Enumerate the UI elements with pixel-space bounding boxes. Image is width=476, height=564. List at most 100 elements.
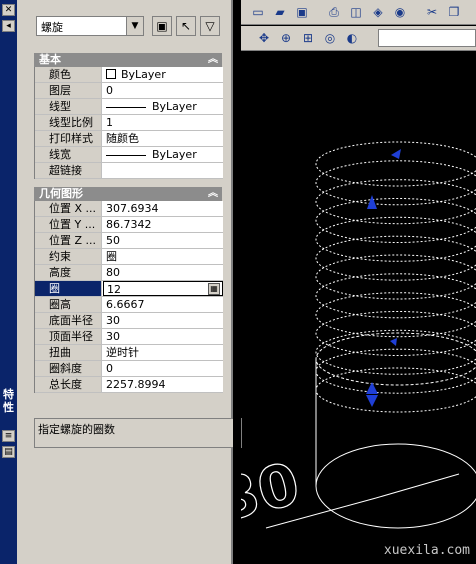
property-value[interactable]: ByLayer (103, 99, 223, 114)
object-type-select[interactable]: 螺旋 ▼ (36, 16, 144, 36)
property-value[interactable]: 2257.8994 (103, 377, 223, 392)
property-row[interactable]: 超链接 (35, 163, 223, 179)
property-row[interactable]: 圈斜度 0 (35, 361, 223, 377)
helix-turn[interactable] (315, 348, 476, 394)
new-file-icon[interactable]: ▭ (249, 3, 267, 21)
save-icon[interactable]: ▣ (293, 3, 311, 21)
property-value-text: ByLayer (152, 100, 197, 113)
plot-preview-icon[interactable]: ◫ (347, 3, 365, 21)
dimension-text[interactable]: R30 (241, 449, 307, 547)
zoom-window-icon[interactable]: ⊞ (299, 29, 317, 47)
publish-icon[interactable]: ◈ (369, 3, 387, 21)
quick-select-button[interactable]: ▽ (200, 16, 220, 36)
property-value[interactable]: 307.6934 (103, 201, 223, 216)
property-row[interactable]: 圈 12 ▦ (35, 281, 223, 297)
toggle-pickadd-button[interactable]: ▣ (152, 16, 172, 36)
property-value-text: 2257.8994 (106, 378, 166, 391)
property-row[interactable]: 位置 Z ... 50 (35, 233, 223, 249)
grip-middle-icon[interactable] (390, 338, 397, 346)
close-icon[interactable]: ✕ (2, 4, 15, 16)
description-text: 指定螺旋的圈数 (38, 423, 115, 436)
property-value[interactable]: ByLayer (103, 147, 223, 162)
property-value[interactable] (103, 163, 223, 178)
helix-turn[interactable] (315, 179, 476, 225)
helix-turn[interactable] (315, 254, 476, 300)
property-value[interactable]: 随颜色 (103, 131, 223, 146)
property-value[interactable]: 逆时针 (103, 345, 223, 360)
property-value-input[interactable]: 12 ▦ (103, 281, 223, 296)
section-geometry-header[interactable]: 几何图形 ︽ (34, 187, 222, 201)
property-value-text: 0 (106, 84, 113, 97)
property-row[interactable]: 图层 0 (35, 83, 223, 99)
collapse-icon[interactable]: ︽ (208, 187, 218, 201)
property-row[interactable]: 线宽 ByLayer (35, 147, 223, 163)
property-row[interactable]: 扭曲 逆时针 (35, 345, 223, 361)
property-row[interactable]: 线型 ByLayer (35, 99, 223, 115)
property-value-text: 30 (106, 330, 120, 343)
property-row[interactable]: 顶面半径 30 (35, 329, 223, 345)
toolbar-input[interactable] (378, 29, 476, 47)
helix-turn[interactable] (315, 198, 476, 243)
zoom-realtime-icon[interactable]: ⊕ (277, 29, 295, 47)
object-type-value: 螺旋 (41, 21, 63, 34)
property-row[interactable]: 打印样式 随颜色 (35, 131, 223, 147)
property-row[interactable]: 高度 80 (35, 265, 223, 281)
property-value[interactable]: 86.7342 (103, 217, 223, 232)
palette-title-strip[interactable]: ✕ ◂ 特性 ≡ ▤ (0, 0, 17, 564)
property-value[interactable]: 80 (103, 265, 223, 280)
open-folder-icon[interactable]: ▰ (271, 3, 289, 21)
helix-turn[interactable] (315, 311, 476, 356)
property-value[interactable]: 圈 (103, 249, 223, 264)
grip-lower-down-icon[interactable] (366, 395, 378, 407)
property-value[interactable]: 0 (103, 361, 223, 376)
helix-turn[interactable] (315, 367, 476, 413)
property-value[interactable]: 30 (103, 329, 223, 344)
helix-turn[interactable] (315, 216, 476, 262)
properties-menu-icon[interactable]: ≡ (2, 430, 15, 442)
property-value[interactable]: 1 (103, 115, 223, 130)
print-icon[interactable]: ⎙ (325, 3, 343, 21)
chevron-down-icon[interactable]: ▼ (126, 17, 143, 35)
base-circle[interactable] (315, 443, 476, 529)
property-row[interactable]: 颜色 ByLayer (35, 67, 223, 83)
property-value[interactable]: 30 (103, 313, 223, 328)
property-row[interactable]: 线型比例 1 (35, 115, 223, 131)
properties-palette: 螺旋 ▼ ▣ ↖ ▽ 基本 ︽ 颜色 ByLayer 图层 0 线型 ByLayer 线型比… (17, 0, 242, 564)
property-row[interactable]: 总长度 2257.8994 (35, 377, 223, 393)
grip-upper-icon[interactable] (367, 195, 377, 209)
helix-turn[interactable] (315, 235, 476, 281)
property-value[interactable]: ByLayer (103, 67, 223, 82)
grip-top-icon[interactable] (391, 149, 401, 159)
splitter[interactable] (233, 0, 241, 564)
funnel-icon: ▽ (205, 19, 215, 33)
helix-turn[interactable] (315, 292, 476, 338)
calculator-icon[interactable]: ▦ (208, 283, 220, 295)
cut-icon[interactable]: ✂ (423, 3, 441, 21)
property-row[interactable]: 位置 X ... 307.6934 (35, 201, 223, 217)
palette-settings-icon[interactable]: ▤ (2, 446, 15, 458)
pan-icon[interactable]: ✥ (255, 29, 273, 47)
section-basic-header[interactable]: 基本 ︽ (34, 53, 222, 67)
autohide-icon[interactable]: ◂ (2, 20, 15, 32)
property-row[interactable]: 约束圈 (35, 249, 223, 265)
property-row[interactable]: 位置 Y ... 86.7342 (35, 217, 223, 233)
property-row[interactable]: 圈高 6.6667 (35, 297, 223, 313)
property-value[interactable]: 0 (103, 83, 223, 98)
collapse-icon[interactable]: ︽ (208, 53, 218, 67)
helix-turn[interactable] (315, 273, 476, 319)
orbit-icon[interactable]: ◎ (321, 29, 339, 47)
helix-turn[interactable] (315, 160, 476, 206)
helix-grips (366, 149, 401, 407)
property-value[interactable]: 50 (103, 233, 223, 248)
helix-turn[interactable] (315, 141, 476, 187)
zoom-previous-icon[interactable]: ◐ (343, 29, 361, 47)
dimension-line[interactable] (375, 473, 460, 499)
property-label: 位置 Z ... (35, 233, 102, 248)
helix-turn[interactable] (315, 329, 476, 375)
copy-icon[interactable]: ❐ (445, 3, 463, 21)
drawing-canvas[interactable]: R30 (241, 52, 476, 564)
web-icon[interactable]: ◉ (391, 3, 409, 21)
property-value[interactable]: 6.6667 (103, 297, 223, 312)
select-objects-button[interactable]: ↖ (176, 16, 196, 36)
property-row[interactable]: 底面半径 30 (35, 313, 223, 329)
